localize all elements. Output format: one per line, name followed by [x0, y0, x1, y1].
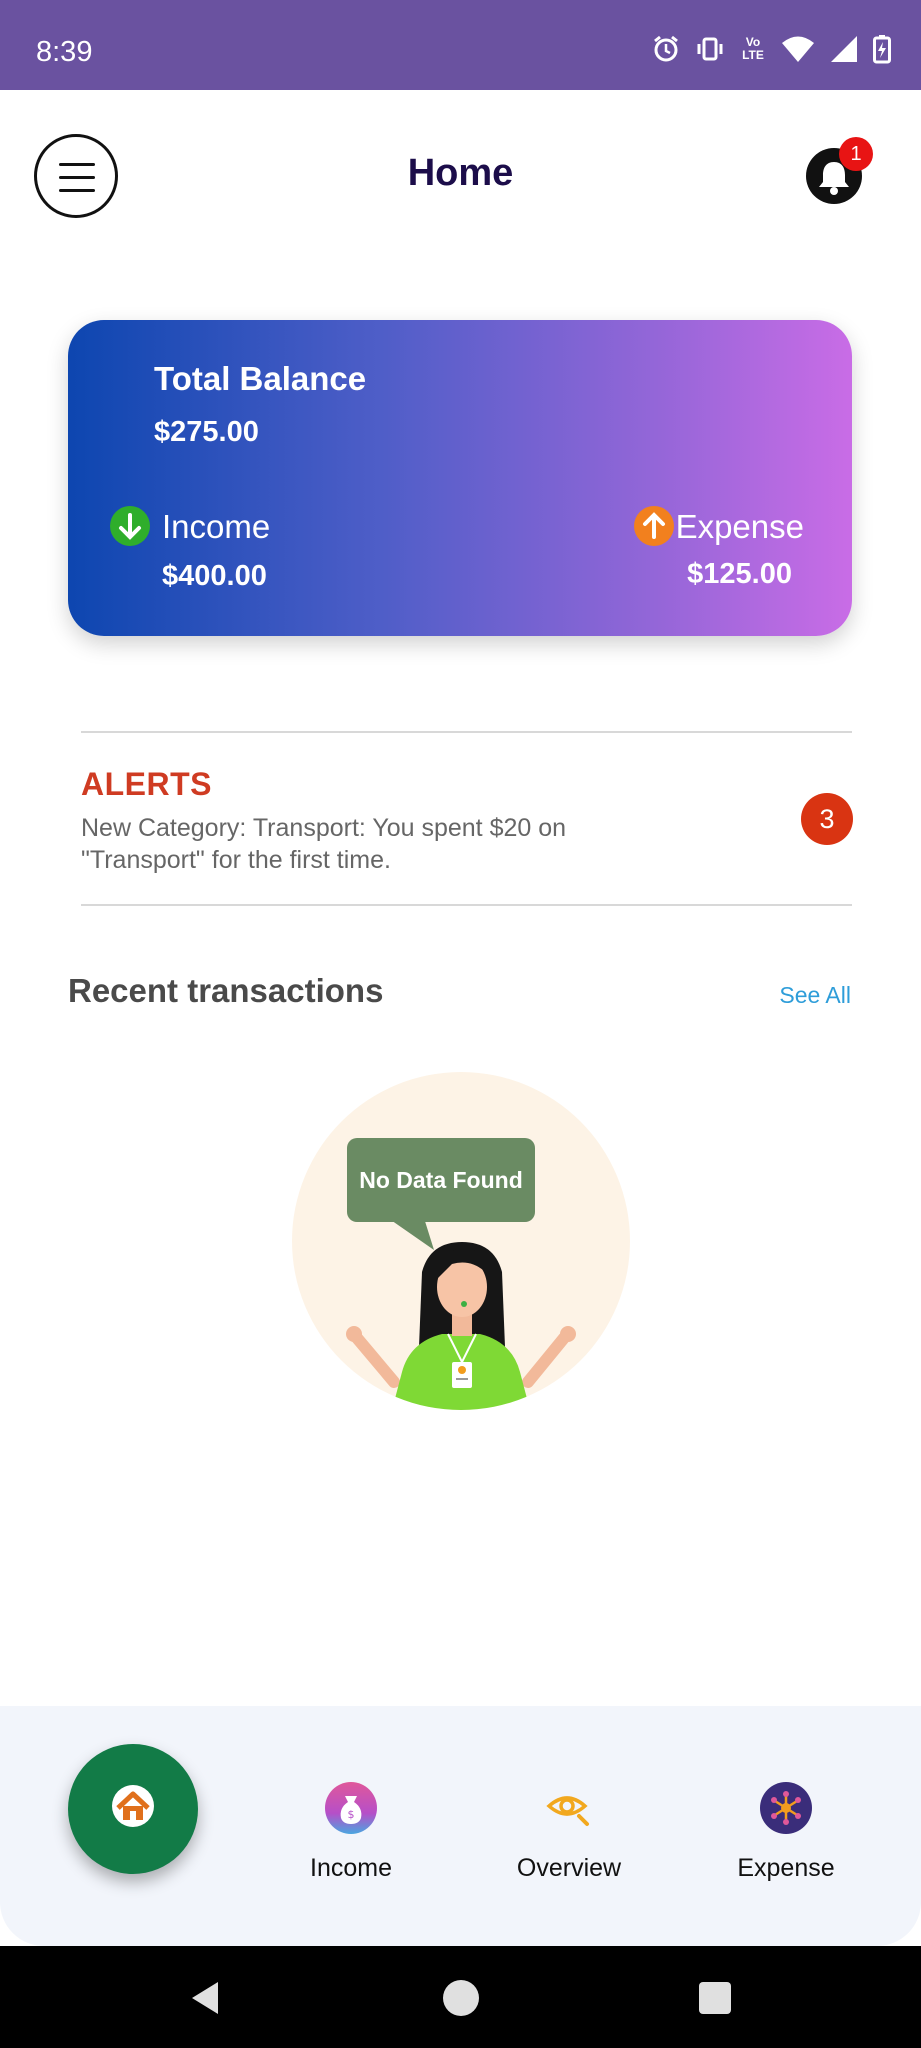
nav-item-income[interactable]: $ Income: [261, 1782, 441, 1883]
expense-network-icon: [760, 1782, 812, 1834]
divider: [81, 904, 852, 906]
wifi-icon: [782, 36, 814, 62]
eye-search-icon: [543, 1782, 595, 1834]
arrow-down-icon: [110, 506, 150, 546]
alarm-icon: [654, 35, 678, 62]
volte-label: Vo LTE: [742, 35, 764, 62]
alerts-title: ALERTS: [81, 766, 212, 802]
income-label: Income: [162, 508, 271, 545]
home-button[interactable]: [68, 1744, 198, 1874]
status-time: 8:39: [36, 36, 93, 68]
divider: [81, 731, 852, 733]
total-balance-label: Total Balance: [154, 360, 367, 397]
nav-item-expense[interactable]: Expense: [696, 1782, 876, 1883]
svg-text:$: $: [348, 1808, 355, 1821]
expense-label: Expense: [675, 508, 804, 545]
back-icon[interactable]: [186, 1978, 226, 2018]
empty-state-illustration: [292, 1072, 630, 1410]
system-navigation-bar: [0, 1946, 921, 2048]
nav-label-income: Income: [310, 1854, 392, 1882]
balance-card: Total Balance $275.00 Income $400.00 Exp…: [68, 320, 852, 636]
expense-value: $125.00: [687, 558, 792, 590]
home-system-icon[interactable]: [441, 1978, 481, 2018]
recents-icon[interactable]: [697, 1980, 733, 2016]
battery-icon: [873, 35, 891, 64]
home-icon: [112, 1785, 154, 1827]
total-balance-value: $275.00: [154, 416, 259, 448]
vibrate-icon: [697, 37, 723, 61]
nav-label-expense: Expense: [737, 1854, 835, 1882]
notification-badge: 1: [839, 137, 873, 171]
no-data-speech-bubble: No Data Found: [347, 1138, 535, 1222]
nav-label-overview: Overview: [516, 1854, 622, 1882]
nav-item-overview[interactable]: Overview: [479, 1782, 659, 1883]
see-all-link[interactable]: See All: [779, 982, 851, 1009]
arrow-up-icon: [634, 506, 674, 546]
page-title: Home: [407, 152, 514, 194]
person-illustration: [346, 1218, 576, 1410]
signal-icon: [831, 36, 857, 62]
status-icons: Vo LTE: [651, 34, 891, 64]
alerts-message: New Category: Transport: You spent $20 o…: [81, 814, 567, 874]
income-value: $400.00: [162, 560, 267, 592]
alerts-count-badge[interactable]: 3: [801, 793, 853, 845]
money-bag-icon: $: [325, 1782, 377, 1834]
recent-transactions-title: Recent transactions: [68, 972, 384, 1009]
